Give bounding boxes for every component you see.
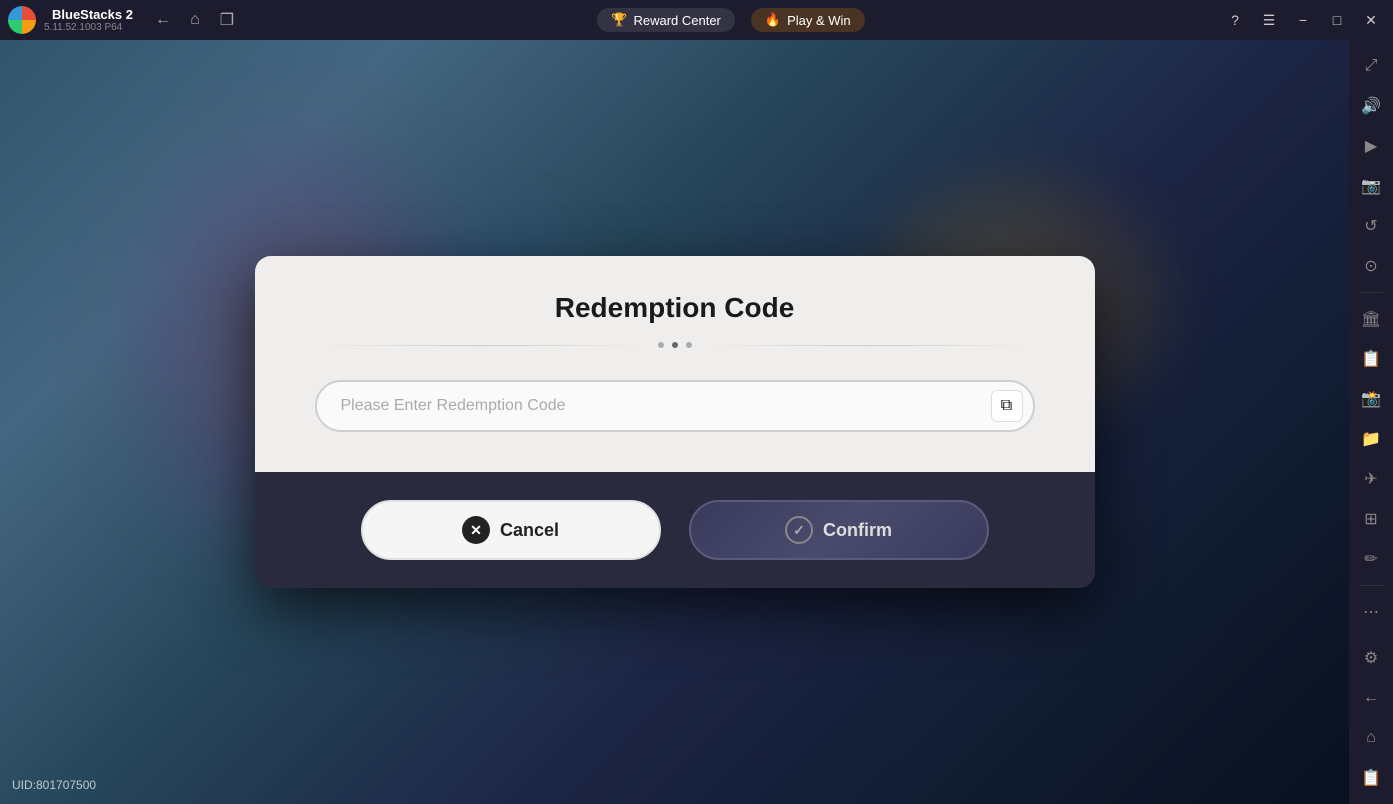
- divider-dot-2: [672, 342, 678, 348]
- divider-dot-1: [658, 342, 664, 348]
- play-win-button[interactable]: 🔥 Play & Win: [751, 8, 865, 32]
- airplane-button[interactable]: ✈: [1353, 461, 1389, 497]
- sidebar-divider-1: [1359, 292, 1383, 293]
- input-wrapper: ⧉: [315, 380, 1035, 432]
- dialog-title: Redemption Code: [315, 292, 1035, 324]
- modal-overlay: Redemption Code ⧉ ✕ Cancel ✓: [0, 40, 1349, 804]
- app-name: BlueStacks 2: [52, 7, 133, 23]
- redemption-code-input[interactable]: [315, 380, 1035, 432]
- screenshot-button[interactable]: 📸: [1353, 381, 1389, 417]
- app-version: 5.11.52.1003 P64: [44, 22, 133, 33]
- home-nav-button[interactable]: ⌂: [181, 6, 209, 34]
- confirm-icon: ✓: [785, 516, 813, 544]
- cancel-button[interactable]: ✕ Cancel: [361, 500, 661, 560]
- paste-icon: ⧉: [1001, 397, 1012, 415]
- topbar: BlueStacks 2 5.11.52.1003 P64 ← ⌂ ❒ 🏆 Re…: [0, 0, 1393, 40]
- video-button[interactable]: ▶: [1353, 128, 1389, 164]
- close-button[interactable]: ✕: [1357, 6, 1385, 34]
- settings-button[interactable]: ⚙: [1353, 640, 1389, 676]
- dialog-bottom: ✕ Cancel ✓ Confirm: [255, 472, 1095, 588]
- camera-button[interactable]: 📷: [1353, 168, 1389, 204]
- fullscreen-button[interactable]: ⤢: [1353, 48, 1389, 84]
- back-bottom-button[interactable]: ←: [1353, 680, 1389, 716]
- minimize-button[interactable]: −: [1289, 6, 1317, 34]
- restore-button[interactable]: □: [1323, 6, 1351, 34]
- cancel-label: Cancel: [500, 520, 559, 541]
- sidebar-divider-2: [1359, 585, 1383, 586]
- cancel-icon: ✕: [462, 516, 490, 544]
- rotate-button[interactable]: ↺: [1353, 208, 1389, 244]
- divider-line-left: [315, 345, 650, 346]
- marker-button[interactable]: ✏: [1353, 541, 1389, 577]
- back-nav-button[interactable]: ←: [149, 6, 177, 34]
- divider-dot-3: [686, 342, 692, 348]
- sidebar-bottom: ⚙ ← ⌂ 📋: [1353, 640, 1389, 796]
- grid-button[interactable]: ⊞: [1353, 501, 1389, 537]
- play-icon: 🔥: [765, 12, 781, 28]
- help-button[interactable]: ?: [1221, 6, 1249, 34]
- window-controls: ? ☰ − □ ✕: [1221, 6, 1385, 34]
- redemption-dialog: Redemption Code ⧉ ✕ Cancel ✓: [255, 256, 1095, 588]
- clipboard-bottom-button[interactable]: 📋: [1353, 760, 1389, 796]
- more-button[interactable]: ⋯: [1353, 594, 1389, 630]
- confirm-label: Confirm: [823, 520, 892, 541]
- topbar-center: 🏆 Reward Center 🔥 Play & Win: [241, 8, 1221, 32]
- apps-button[interactable]: 🏛: [1353, 301, 1389, 337]
- macro-button[interactable]: 📋: [1353, 341, 1389, 377]
- play-label: Play & Win: [787, 13, 851, 28]
- reward-center-button[interactable]: 🏆 Reward Center: [597, 8, 735, 32]
- dialog-top: Redemption Code ⧉: [255, 256, 1095, 472]
- right-sidebar: ⤢ 🔊 ▶ 📷 ↺ ⊙ 🏛 📋 📸 📁 ✈ ⊞ ✏ ⋯ ⚙ ← ⌂ 📋: [1349, 40, 1393, 804]
- nav-buttons: ← ⌂ ❒: [149, 6, 241, 34]
- divider-line-right: [700, 345, 1035, 346]
- home-bottom-button[interactable]: ⌂: [1353, 720, 1389, 756]
- menu-button[interactable]: ☰: [1255, 6, 1283, 34]
- dialog-divider: [315, 342, 1035, 348]
- volume-button[interactable]: 🔊: [1353, 88, 1389, 124]
- paste-button[interactable]: ⧉: [991, 390, 1023, 422]
- reward-icon: 🏆: [611, 12, 627, 28]
- reward-label: Reward Center: [633, 13, 720, 28]
- multi-nav-button[interactable]: ❒: [213, 6, 241, 34]
- record-button[interactable]: ⊙: [1353, 248, 1389, 284]
- folder-button[interactable]: 📁: [1353, 421, 1389, 457]
- app-logo: [8, 6, 36, 34]
- confirm-button[interactable]: ✓ Confirm: [689, 500, 989, 560]
